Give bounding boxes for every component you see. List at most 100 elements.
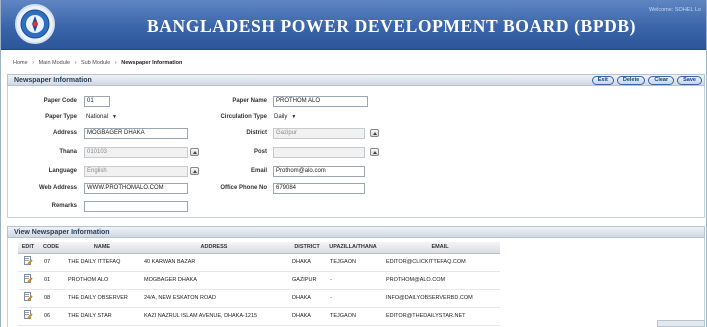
paper-name-label: Paper Name	[232, 98, 267, 104]
thana-lookup-icon[interactable]	[190, 148, 199, 156]
newspaper-form: Paper Code 01 Paper Name PROTHOM ALO Pap…	[7, 86, 705, 218]
breadcrumb-main-module[interactable]: Main Module	[39, 60, 71, 66]
web-address-input[interactable]: WWW.PROTHOMALO.COM	[84, 183, 188, 194]
thana-label: Thana	[59, 149, 77, 155]
newspaper-grid-panel: EDIT CODE NAME ADDRESS DISTRICT UPAZILLA…	[7, 238, 705, 327]
name-cell: THE DAILY STAR	[64, 307, 140, 326]
edit-cell[interactable]	[18, 253, 38, 272]
paper-type-select[interactable]: National ▼	[86, 112, 117, 123]
district-lookup-icon[interactable]	[370, 129, 379, 137]
bpdb-logo-icon	[15, 4, 55, 44]
thana-input: 010103	[84, 147, 188, 158]
code-cell: 07	[38, 253, 64, 272]
edit-record-icon[interactable]	[23, 309, 33, 321]
thana-cell: -	[326, 271, 380, 290]
code-cell: 06	[38, 307, 64, 326]
exit-button[interactable]: Exit	[591, 76, 614, 85]
breadcrumb: Home › Main Module › Sub Module › Newspa…	[13, 60, 182, 66]
district-cell: GAZIPUR	[288, 271, 326, 290]
thana-cell: TEJGAON	[326, 307, 380, 326]
edit-cell[interactable]	[18, 307, 38, 326]
language-label: Language	[48, 168, 77, 174]
list-section-title: View Newspaper Information	[14, 229, 110, 236]
email-label: Email	[250, 168, 267, 174]
language-input: English	[84, 166, 188, 177]
welcome-text[interactable]: Welcome: SOHEL Lo	[649, 7, 701, 13]
table-header-row: EDIT CODE NAME ADDRESS DISTRICT UPAZILLA…	[18, 242, 500, 254]
paper-name-input[interactable]: PROTHOM ALO	[273, 96, 368, 107]
breadcrumb-current: Newspaper Information	[121, 60, 183, 66]
address-cell: 40 KARWAN BAZAR	[140, 253, 288, 272]
paper-code-label: Paper Code	[43, 98, 77, 104]
post-input	[273, 147, 365, 158]
column-header-thana[interactable]: UPAZILLA/THANA	[326, 242, 380, 254]
email-cell: EDITOR@THEDAILYSTAR.NET	[380, 307, 500, 326]
name-cell: THE DAILY ITTEFAQ	[64, 253, 140, 272]
form-section-header: Newspaper Information Exit Delete Clear …	[7, 74, 705, 86]
post-lookup-icon[interactable]	[370, 148, 379, 156]
column-header-district[interactable]: DISTRICT	[288, 242, 326, 254]
grid-scrollbar[interactable]	[657, 320, 705, 327]
circulation-type-select[interactable]: Daily ▼	[274, 112, 296, 123]
circulation-type-value: Daily	[274, 114, 288, 120]
list-section-header: View Newspaper Information	[7, 226, 705, 238]
edit-record-icon[interactable]	[23, 273, 33, 285]
edit-cell[interactable]	[18, 271, 38, 290]
column-header-email[interactable]: EMAIL	[380, 242, 500, 254]
edit-cell[interactable]	[18, 289, 38, 308]
column-header-address[interactable]: ADDRESS	[140, 242, 288, 254]
thana-cell: TEJGAON	[326, 253, 380, 272]
paper-type-label: Paper Type	[45, 114, 77, 120]
email-cell: INFO@DAILYOBSERVERBD.COM	[380, 289, 500, 308]
chevron-down-icon: ▼	[112, 114, 117, 120]
breadcrumb-separator: ›	[32, 60, 35, 66]
address-cell: KAZI NAZRUL ISLAM AVENUE, DHAKA-1215	[140, 307, 288, 326]
breadcrumb-home[interactable]: Home	[13, 60, 28, 66]
edit-record-icon[interactable]	[23, 291, 33, 303]
email-cell: PROTHOM@ALO.COM	[380, 271, 500, 290]
district-input: Gazipur	[273, 128, 365, 139]
thana-cell: -	[326, 289, 380, 308]
email-input[interactable]: Prothom@alo.com	[273, 166, 365, 177]
table-row: 01 PROTHOM ALO MOGBAGER DHAKA GAZIPUR - …	[18, 271, 500, 290]
address-cell: MOGBAGER DHAKA	[140, 271, 288, 290]
chevron-down-icon: ▼	[291, 114, 297, 120]
office-phone-label: Office Phone No	[220, 185, 267, 191]
office-phone-input[interactable]: 679084	[273, 183, 365, 194]
breadcrumb-separator: ›	[114, 60, 117, 66]
email-cell: EDITOR@CLICKITTEFAQ.COM	[380, 253, 500, 272]
delete-button[interactable]: Delete	[616, 76, 646, 85]
address-input[interactable]: MOGBAGER DHAKA	[84, 128, 188, 139]
code-cell: 08	[38, 289, 64, 308]
post-label: Post	[253, 149, 267, 155]
web-address-label: Web Address	[38, 185, 77, 191]
column-header-name[interactable]: NAME	[64, 242, 140, 254]
district-cell: DHAKA	[288, 307, 326, 326]
address-label: Address	[52, 130, 77, 136]
clear-button[interactable]: Clear	[648, 76, 675, 85]
column-header-edit: EDIT	[18, 242, 38, 254]
breadcrumb-separator: ›	[74, 60, 77, 66]
name-cell: THE DAILY OBSERVER	[64, 289, 140, 308]
column-header-code[interactable]: CODE	[38, 242, 64, 254]
table-row: 06 THE DAILY STAR KAZI NAZRUL ISLAM AVEN…	[18, 307, 500, 326]
newspaper-table: EDIT CODE NAME ADDRESS DISTRICT UPAZILLA…	[18, 242, 500, 326]
name-cell: PROTHOM ALO	[64, 271, 140, 290]
edit-record-icon[interactable]	[23, 255, 33, 267]
remarks-input[interactable]	[84, 201, 188, 212]
paper-code-input[interactable]: 01	[84, 96, 110, 107]
district-label: District	[246, 130, 267, 136]
language-lookup-icon[interactable]	[190, 167, 199, 175]
form-section-title: Newspaper Information	[14, 77, 92, 84]
form-toolbar: Exit Delete Clear Save	[591, 76, 702, 85]
page-title: BANGLADESH POWER DEVELOPMENT BOARD (BPDB…	[147, 16, 637, 36]
circulation-type-label: Circulation Type	[220, 114, 267, 120]
district-cell: DHAKA	[288, 253, 326, 272]
district-cell: DHAKA	[288, 289, 326, 308]
address-cell: 24/A, NEW ESKATON ROAD	[140, 289, 288, 308]
save-button[interactable]: Save	[677, 76, 702, 85]
code-cell: 01	[38, 271, 64, 290]
breadcrumb-sub-module[interactable]: Sub Module	[81, 60, 110, 66]
header-banner: BANGLADESH POWER DEVELOPMENT BOARD (BPDB…	[1, 0, 706, 50]
remarks-label: Remarks	[51, 203, 77, 209]
